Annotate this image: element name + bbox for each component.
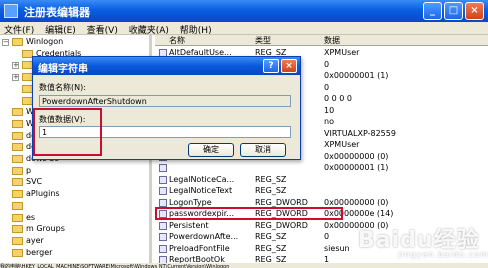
value-data: XPMUser [324, 140, 360, 149]
value-type: REG_DWORD [255, 197, 308, 207]
value-type: REG_SZ [255, 174, 287, 184]
cancel-button[interactable]: 取消 [240, 143, 286, 157]
value-data: 0 [324, 82, 330, 92]
value-data: no [324, 117, 334, 126]
value-name: ReportBootOk [169, 255, 225, 263]
ok-button[interactable]: 确定 [188, 143, 234, 157]
maximize-button[interactable]: □ [444, 2, 463, 20]
value-name: LegalNoticeCa... [169, 174, 235, 184]
reg-value-icon [159, 233, 167, 241]
value-name: PreloadFontFile [169, 243, 230, 253]
value-row[interactable]: LegalNoticeCa... REG_SZ [155, 175, 488, 186]
folder-icon [12, 248, 23, 257]
column-name-header[interactable]: 名称 [169, 35, 185, 46]
tree-expander-icon[interactable]: + [12, 74, 19, 82]
folder-icon [12, 225, 23, 234]
tree-expander-icon[interactable]: + [12, 62, 19, 70]
folder-icon [12, 155, 23, 163]
value-type: REG_DWORD [255, 220, 308, 230]
value-name-label: 数值名称(N): [39, 83, 86, 92]
baidu-watermark: Baidu经验 jingyan.baidu.com [358, 222, 488, 262]
tree-node-label: ayer [26, 235, 44, 245]
dialog-title: 编辑字符串 [38, 64, 88, 75]
tree-expander-icon[interactable]: − [2, 39, 9, 46]
tree-node-label: p [26, 165, 32, 175]
window-title: 注册表编辑器 [24, 6, 90, 19]
value-data: XPMUser [324, 48, 360, 57]
tree-node-label: m Groups [26, 224, 65, 234]
value-data: 0x00000000 (0) [324, 151, 389, 161]
value-data: 1 [324, 255, 330, 263]
reg-value-icon [159, 244, 167, 253]
highlight-box-data-field [33, 108, 102, 156]
value-data: 0x00000000 (0) [324, 197, 389, 207]
minimize-button[interactable]: _ [423, 2, 442, 20]
folder-icon [12, 166, 23, 175]
folder-icon [12, 38, 23, 46]
folder-icon [12, 236, 23, 245]
value-row[interactable]: LegalNoticeText REG_SZ [155, 186, 488, 197]
value-data: VIRTUALXP-82559 [324, 128, 396, 138]
watermark-url: jingyan.baidu.com [398, 250, 488, 259]
value-data: 0 0 0 0 [324, 94, 352, 103]
dialog-help-button[interactable]: ? [263, 59, 279, 73]
reg-value-icon [159, 221, 167, 230]
tree-node-label: es [26, 212, 36, 222]
tree-node-label: aPlugins [26, 189, 60, 199]
reg-value-icon [159, 164, 167, 172]
value-type: REG_SZ [255, 186, 287, 195]
value-data: 0 [324, 59, 330, 69]
tree-node-label: berger [26, 247, 53, 257]
folder-icon [12, 190, 23, 199]
folder-icon [12, 131, 23, 140]
value-data: 10 [324, 105, 335, 115]
menu-bar: 文件(F) 编辑(E) 查看(V) 收藏夹(A) 帮助(H) [0, 22, 488, 36]
value-row[interactable]: 0x00000001 (1) [155, 163, 488, 174]
value-name: LogonType [169, 197, 212, 207]
value-type: REG_SZ [255, 255, 287, 263]
value-data: 0 [324, 232, 330, 241]
column-type-header[interactable]: 类型 [255, 35, 271, 46]
value-name: Persistent [169, 220, 209, 230]
regedit-app-icon [4, 4, 18, 18]
value-name-field: PowerdownAfterShutdown [39, 95, 291, 107]
value-name: LegalNoticeText [169, 186, 233, 195]
folder-icon [12, 143, 23, 152]
highlight-box-value-row [155, 207, 343, 220]
folder-icon [12, 213, 23, 222]
value-name: PowerdownAfte... [169, 232, 239, 241]
status-bar: 我的电脑\HKEY_LOCAL_MACHINE\SOFTWARE\Microso… [0, 263, 488, 268]
reg-value-icon [159, 198, 167, 207]
value-data: 0x00000001 (1) [324, 163, 389, 172]
reg-value-icon [159, 175, 167, 184]
folder-icon [12, 201, 23, 210]
list-header: 名称 类型 数据 [155, 35, 488, 46]
dialog-close-button[interactable]: × [281, 59, 297, 73]
folder-icon [12, 119, 23, 128]
value-data: 0x00000001 (1) [324, 71, 389, 80]
folder-icon [12, 178, 23, 187]
column-data-header[interactable]: 数据 [324, 35, 340, 46]
tree-node-label: SVC [26, 177, 43, 187]
value-type: REG_SZ [255, 232, 287, 241]
value-data: siesun [324, 243, 350, 253]
reg-value-icon [159, 187, 167, 195]
window-titlebar: 注册表编辑器 _ □ × [0, 0, 488, 22]
folder-icon [12, 108, 23, 117]
value-type: REG_SZ [255, 243, 287, 253]
reg-value-icon [159, 256, 167, 263]
dialog-titlebar: 编辑字符串 ? × [33, 57, 300, 75]
close-button[interactable]: × [465, 2, 484, 20]
tree-node-label: Winlogon [26, 37, 64, 46]
